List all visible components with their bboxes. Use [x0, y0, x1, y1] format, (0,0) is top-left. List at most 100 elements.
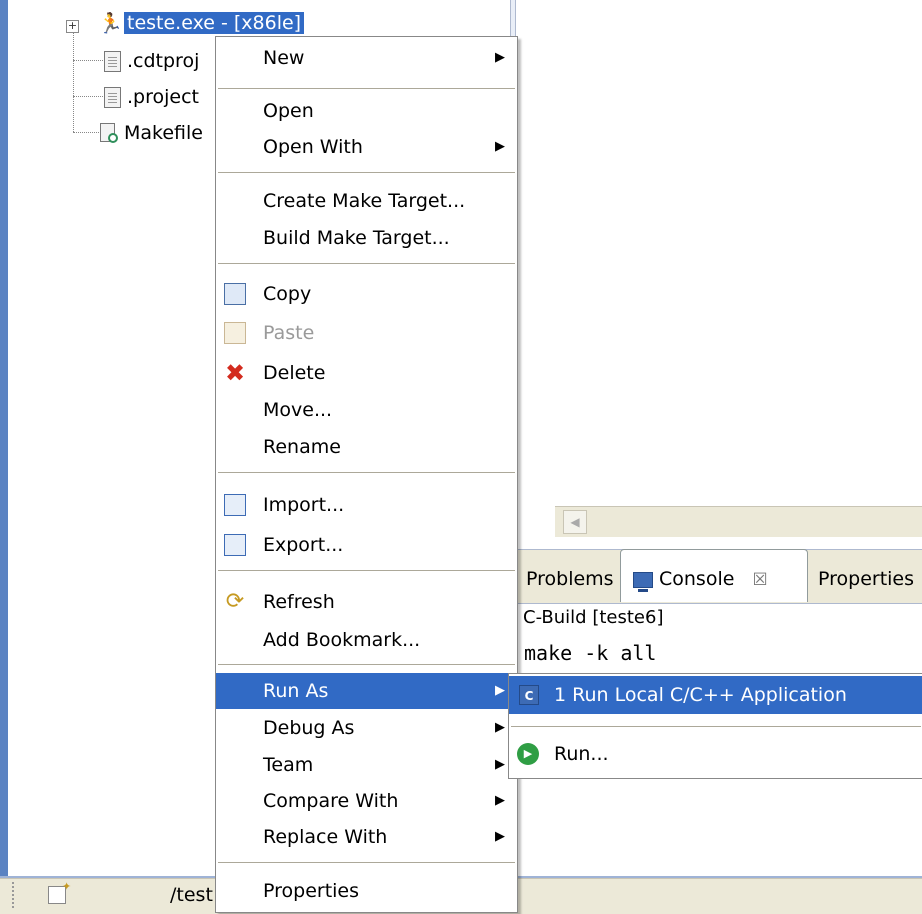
menu-separator [218, 664, 515, 665]
menu-item-label: Debug As [263, 717, 355, 739]
tab-console[interactable]: Console ☒ [633, 557, 768, 601]
makefile-icon [98, 122, 118, 144]
menu-item-debug-as[interactable]: Debug As ▶ [216, 710, 517, 746]
menu-item-label: Run As [263, 680, 329, 702]
submenu-arrow-icon: ▶ [495, 139, 505, 154]
tree-connector [73, 60, 103, 61]
menu-separator [511, 726, 921, 727]
menu-item-delete[interactable]: ✖ Delete [216, 355, 517, 391]
tab-label: Console [659, 568, 735, 590]
tree-item-makefile[interactable]: Makefile [98, 118, 203, 148]
submenu-item-label: 1 Run Local C/C++ Application [554, 684, 847, 706]
tree-connector [73, 20, 74, 132]
scroll-left-button[interactable]: ◀ [563, 510, 587, 534]
context-menu: New ▶ Open Open With ▶ Create Make Targe… [215, 36, 518, 913]
tab-label: Properties [818, 568, 915, 590]
toolbar-grip[interactable] [12, 882, 18, 908]
menu-item-compare-with[interactable]: Compare With ▶ [216, 783, 517, 819]
menu-item-run-as[interactable]: Run As ▶ [216, 673, 517, 709]
tree-item-label: Makefile [124, 122, 203, 144]
menu-item-export[interactable]: Export... [216, 527, 517, 563]
menu-separator [218, 862, 515, 863]
submenu-arrow-icon: ▶ [495, 720, 505, 735]
menu-item-team[interactable]: Team ▶ [216, 747, 517, 783]
submenu-arrow-icon: ▶ [495, 50, 505, 65]
console-output: make -k all [524, 641, 657, 665]
menu-item-properties[interactable]: Properties [216, 873, 517, 909]
menu-item-label: Delete [263, 362, 326, 384]
tab-properties[interactable]: Properties [818, 557, 914, 601]
tree-connector [73, 96, 103, 97]
status-path: /test [170, 884, 213, 906]
menu-item-label: Move... [263, 399, 333, 421]
menu-item-move[interactable]: Move... [216, 392, 517, 428]
menu-item-label: Copy [263, 283, 312, 305]
submenu-arrow-icon: ▶ [495, 829, 505, 844]
tree-expand-toggle[interactable]: + [66, 20, 79, 33]
submenu-arrow-icon: ▶ [495, 757, 505, 772]
menu-separator [218, 570, 515, 571]
submenu-arrow-icon: ▶ [495, 683, 505, 698]
refresh-icon: ⟳ [225, 589, 245, 614]
menu-item-open-with[interactable]: Open With ▶ [216, 129, 517, 165]
menu-separator [218, 172, 515, 173]
run-icon: ▶ [517, 743, 539, 765]
paste-icon [224, 322, 246, 344]
close-icon[interactable]: ☒ [752, 570, 767, 590]
star-icon: ✦ [62, 880, 72, 893]
menu-separator [218, 472, 515, 473]
submenu-item-run[interactable]: ▶ Run... [509, 735, 922, 773]
tree-item-project[interactable]: .project [104, 82, 199, 112]
delete-icon: ✖ [224, 359, 246, 387]
menu-item-replace-with[interactable]: Replace With ▶ [216, 819, 517, 855]
menu-item-label: Import... [263, 494, 345, 516]
menu-item-label: Build Make Target... [263, 227, 450, 249]
tree-item-cdtproj[interactable]: .cdtproj [104, 46, 199, 76]
menu-item-label: Export... [263, 534, 344, 556]
menu-item-open[interactable]: Open [216, 93, 517, 129]
menu-item-rename[interactable]: Rename [216, 429, 517, 465]
tab-label: Problems [526, 568, 614, 590]
menu-item-add-bookmark[interactable]: Add Bookmark... [216, 622, 517, 658]
menu-separator [218, 88, 515, 89]
tree-item-teste-exe[interactable]: 🏃 teste.exe - [x86le] [98, 8, 305, 38]
menu-item-import[interactable]: Import... [216, 487, 517, 523]
menu-item-paste: Paste [216, 315, 517, 351]
menu-item-copy[interactable]: Copy [216, 276, 517, 312]
tree-item-label: .cdtproj [127, 50, 200, 72]
menu-item-label: Team [263, 754, 314, 776]
menu-item-label: Open [263, 100, 314, 122]
menu-item-label: Compare With [263, 790, 399, 812]
horizontal-scrollbar[interactable] [555, 506, 922, 537]
menu-item-label: Properties [263, 880, 360, 902]
menu-item-label: Refresh [263, 591, 335, 613]
console-icon [633, 571, 653, 592]
import-icon [224, 494, 246, 516]
menu-item-label: Create Make Target... [263, 190, 466, 212]
menu-item-label: Open With [263, 136, 363, 158]
binary-run-icon: 🏃 [98, 11, 123, 35]
tree-item-label: teste.exe - [x86le] [124, 12, 305, 34]
menu-item-new[interactable]: New ▶ [216, 40, 517, 76]
menu-item-label: New [263, 47, 305, 69]
copy-icon [224, 283, 246, 305]
console-header: C-Build [teste6] [523, 607, 664, 628]
menu-item-label: Replace With [263, 826, 388, 848]
file-icon [104, 86, 121, 108]
menu-item-label: Add Bookmark... [263, 629, 421, 651]
run-as-submenu: C 1 Run Local C/C++ Application ▶ Run... [508, 673, 922, 779]
menu-item-label: Paste [263, 322, 315, 344]
c-application-icon: C [519, 685, 539, 705]
tab-problems[interactable]: Problems [526, 557, 614, 601]
submenu-arrow-icon: ▶ [495, 793, 505, 808]
submenu-item-run-local-c-app[interactable]: C 1 Run Local C/C++ Application [509, 676, 922, 714]
submenu-item-label: Run... [554, 743, 609, 765]
tree-item-label: .project [127, 86, 199, 108]
menu-separator [218, 263, 515, 264]
menu-item-build-make-target[interactable]: Build Make Target... [216, 220, 517, 256]
file-icon [104, 50, 121, 72]
menu-item-refresh[interactable]: ⟳ Refresh [216, 584, 517, 620]
export-icon [224, 534, 246, 556]
menu-item-label: Rename [263, 436, 341, 458]
menu-item-create-make-target[interactable]: Create Make Target... [216, 183, 517, 219]
